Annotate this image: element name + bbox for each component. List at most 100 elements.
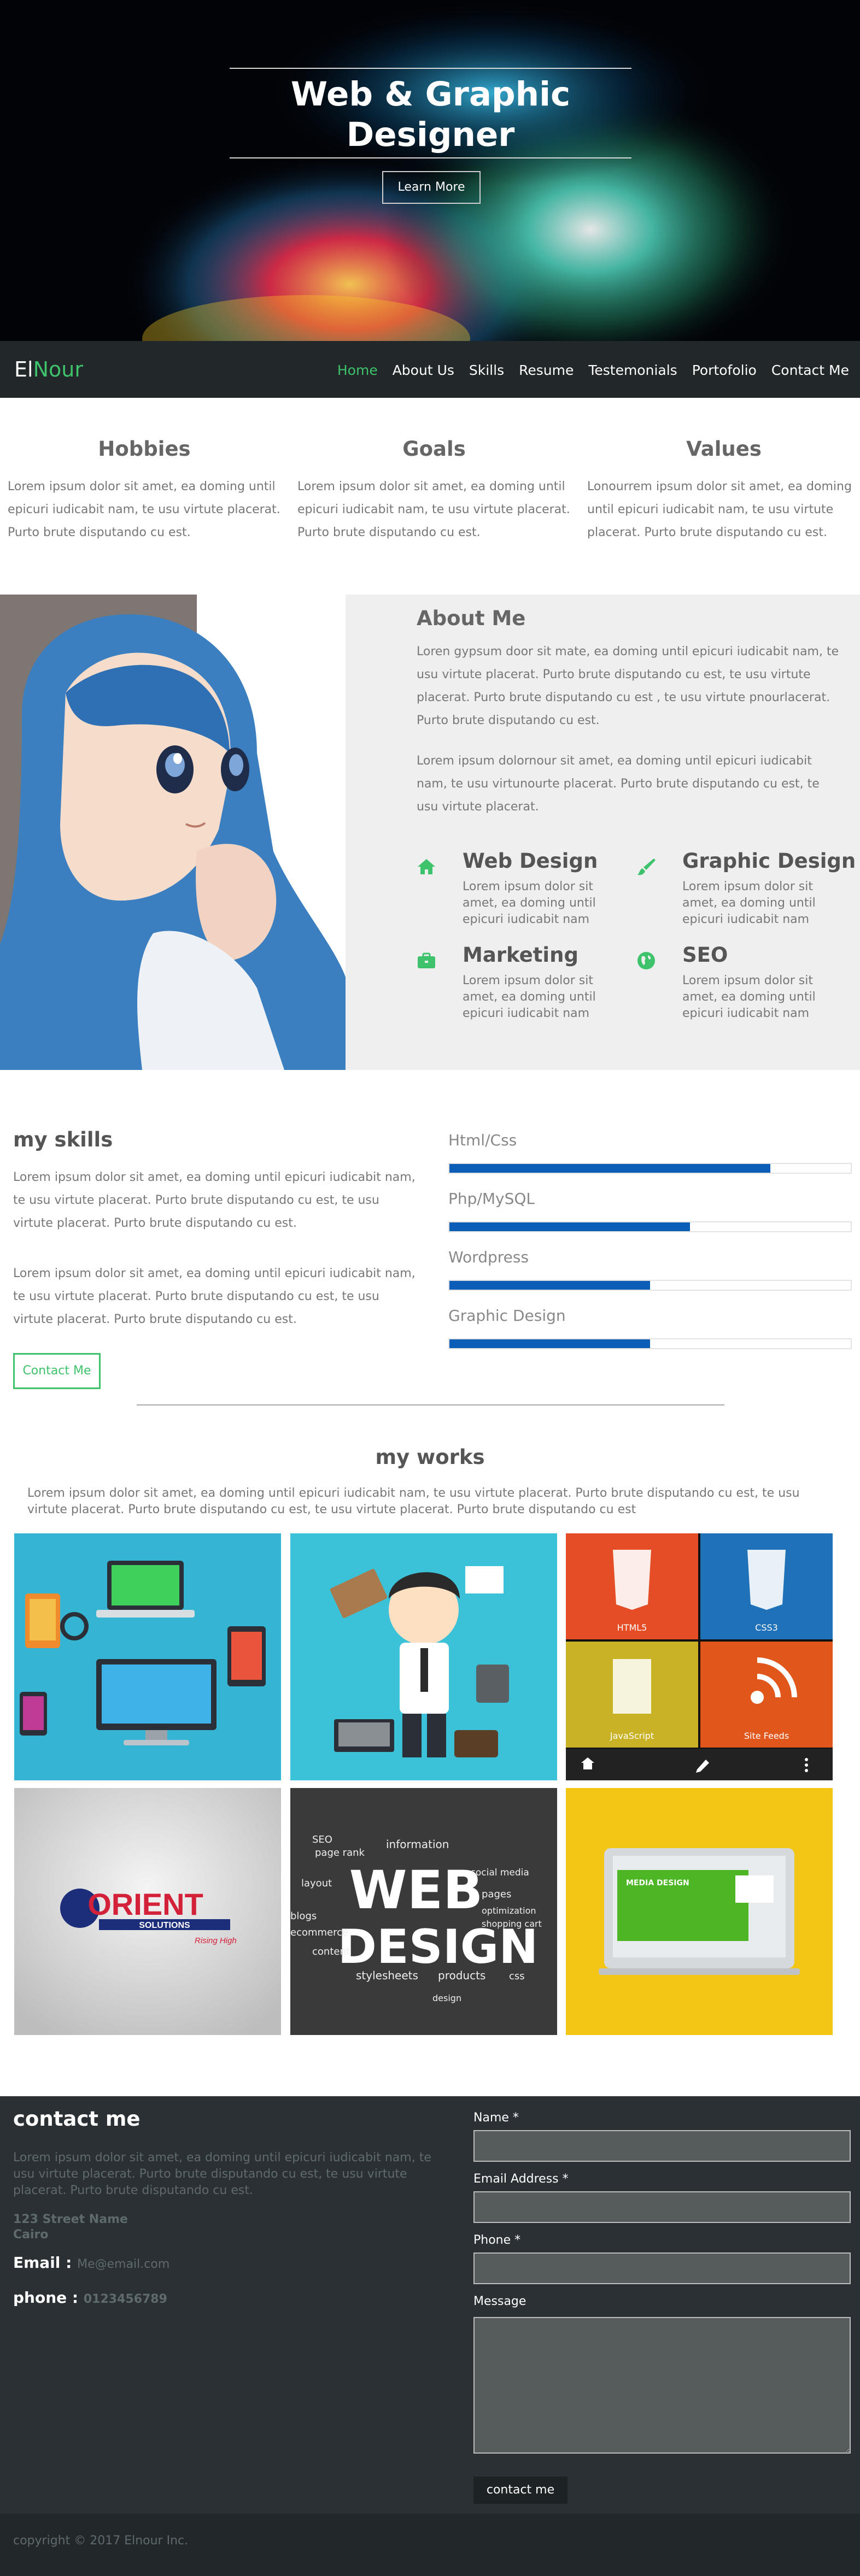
feature-values: Values Lonourrem ipsum dolor sit amet, e… bbox=[587, 437, 860, 544]
orient-logo-text: ORIENT bbox=[87, 1887, 203, 1921]
skill-label: Wordpress bbox=[448, 1248, 529, 1266]
work-tile-orient-solutions[interactable]: ORIENT SOLUTIONS Rising High bbox=[14, 1788, 281, 2035]
solutions-text: SOLUTIONS bbox=[139, 1921, 190, 1930]
message-label: Message bbox=[473, 2295, 526, 2308]
home-icon bbox=[418, 859, 435, 874]
skill-label: Graphic Design bbox=[448, 1307, 566, 1325]
phone-field[interactable] bbox=[473, 2252, 851, 2284]
skill-label: Html/Css bbox=[448, 1131, 517, 1149]
phone-label: phone : bbox=[13, 2289, 79, 2307]
css3-label: CSS3 bbox=[755, 1622, 778, 1633]
hero-title: Web & Graphic Designer bbox=[230, 69, 631, 157]
service-text: Lorem ipsum dolor sit amet, ea doming un… bbox=[463, 880, 596, 926]
service-graphic-design: Graphic Design Lorem ipsum dolor sit ame… bbox=[636, 849, 856, 931]
word-products: products bbox=[438, 1969, 485, 1982]
work-tile-busy-designer[interactable] bbox=[290, 1533, 557, 1780]
skill-bar-fill bbox=[449, 1164, 771, 1173]
nav-item-testemonials[interactable]: Testemonials bbox=[588, 363, 677, 378]
logo-part1: El bbox=[14, 357, 33, 381]
name-field[interactable] bbox=[473, 2130, 851, 2162]
about-section: About Me Loren gypsum door sit mate, ea … bbox=[0, 595, 860, 1070]
address-line-1: 123 Street Name bbox=[13, 2213, 128, 2226]
service-title: Graphic Design bbox=[682, 849, 856, 873]
skills-paragraph-2: Lorem ipsum dolor sit amet, ea doming un… bbox=[13, 1267, 416, 1326]
skill-bar-track bbox=[448, 1280, 852, 1291]
contact-submit-button[interactable]: contact me bbox=[473, 2477, 568, 2504]
logo-part2: Nour bbox=[33, 357, 83, 381]
feature-title: Hobbies bbox=[98, 437, 191, 461]
javascript-label: JavaScript bbox=[610, 1731, 654, 1741]
service-title: Marketing bbox=[463, 943, 578, 967]
briefcase-icon bbox=[418, 952, 435, 968]
nav-item-home[interactable]: Home bbox=[337, 363, 378, 378]
nav-item-portofolio[interactable]: Portofolio bbox=[692, 363, 757, 378]
word-css: css bbox=[509, 1971, 525, 1982]
email-line: Email : Me@email.com bbox=[13, 2254, 169, 2274]
word-stylesheets: stylesheets bbox=[356, 1969, 418, 1982]
feature-text: Lorem ipsum dolor sit amet, ea doming un… bbox=[297, 480, 570, 539]
html5-label: HTML5 bbox=[617, 1622, 647, 1633]
word-content: content bbox=[312, 1946, 350, 1957]
media-design-text: MEDIA DESIGN bbox=[626, 1879, 689, 1887]
skill-bar-track bbox=[448, 1221, 852, 1232]
service-seo: SEO Lorem ipsum dolor sit amet, ea domin… bbox=[636, 943, 855, 1025]
service-title: Web Design bbox=[463, 849, 598, 873]
works-title: my works bbox=[375, 1445, 485, 1469]
phone-value[interactable]: 0123456789 bbox=[84, 2292, 167, 2306]
brush-icon bbox=[637, 858, 656, 875]
word-pages: pages bbox=[482, 1889, 511, 1900]
service-web-design: Web Design Lorem ipsum dolor sit amet, e… bbox=[417, 849, 635, 931]
word-optimization: optimization bbox=[482, 1905, 536, 1916]
feature-goals: Goals Lorem ipsum dolor sit amet, ea dom… bbox=[297, 437, 571, 544]
hero-banner: Web & Graphic Designer Learn More bbox=[0, 0, 860, 341]
hero-title-line2: Designer bbox=[346, 115, 515, 154]
contact-me-button[interactable]: Contact Me bbox=[13, 1353, 101, 1389]
contact-description: Lorem ipsum dolor sit amet, ea doming un… bbox=[13, 2151, 431, 2197]
word-information: information bbox=[386, 1838, 449, 1851]
skill-bar-fill bbox=[449, 1222, 691, 1231]
web-word: WEB bbox=[349, 1860, 483, 1921]
nav-item-contact-me[interactable]: Contact Me bbox=[771, 363, 849, 378]
service-marketing: Marketing Lorem ipsum dolor sit amet, ea… bbox=[417, 943, 635, 1025]
email-value[interactable]: Me@email.com bbox=[77, 2257, 169, 2271]
about-title: About Me bbox=[417, 607, 526, 630]
skill-label: Php/MySQL bbox=[448, 1190, 535, 1208]
site-feeds-label: Site Feeds bbox=[744, 1731, 789, 1741]
work-tile-web-technologies[interactable]: HTML5 CSS3 JavaScript Site Feeds bbox=[566, 1533, 833, 1780]
hero-title-line1: Web & Graphic bbox=[290, 75, 571, 114]
hero-divider-bottom bbox=[230, 157, 631, 158]
feature-text: Lonourrem ipsum dolor sit amet, ea domin… bbox=[587, 480, 852, 539]
word-social-media: social media bbox=[471, 1867, 529, 1878]
learn-more-button[interactable]: Learn More bbox=[382, 171, 481, 204]
work-tile-responsive-devices[interactable] bbox=[14, 1533, 281, 1780]
nav-menu: Home About Us Skills Resume Testemonials… bbox=[323, 363, 849, 378]
globe-icon bbox=[637, 952, 655, 969]
works-description: Lorem ipsum dolor sit amet, ea doming un… bbox=[27, 1486, 800, 1516]
nav-item-about-us[interactable]: About Us bbox=[393, 363, 454, 378]
email-field[interactable] bbox=[473, 2191, 851, 2223]
name-label: Name * bbox=[473, 2111, 519, 2125]
word-page-rank: page rank bbox=[315, 1847, 365, 1859]
navbar: ElNour Home About Us Skills Resume Teste… bbox=[0, 341, 860, 398]
message-field[interactable] bbox=[473, 2317, 851, 2454]
email-address-label: Email Address * bbox=[473, 2172, 569, 2186]
rising-high-text: Rising High bbox=[195, 1936, 237, 1945]
footer: copyright © 2017 Elnour Inc. bbox=[0, 2514, 860, 2576]
avatar-portrait-image bbox=[0, 595, 346, 1070]
phone-line: phone : 0123456789 bbox=[13, 2289, 167, 2309]
skill-bar-fill bbox=[449, 1281, 650, 1290]
service-text: Lorem ipsum dolor sit amet, ea doming un… bbox=[682, 974, 816, 1020]
email-label: Email : bbox=[13, 2254, 72, 2272]
about-paragraph-2: Lorem ipsum dolornour sit amet, ea domin… bbox=[417, 754, 820, 814]
hero-title-block: Web & Graphic Designer bbox=[230, 68, 631, 158]
copyright-text: copyright © 2017 Elnour Inc. bbox=[13, 2534, 189, 2548]
work-tile-web-design-wordcloud[interactable]: WEB DESIGN SEO page rank layout informat… bbox=[290, 1788, 557, 2035]
address-line-2: Cairo bbox=[13, 2228, 49, 2242]
site-logo[interactable]: ElNour bbox=[14, 357, 83, 381]
nav-item-skills[interactable]: Skills bbox=[469, 363, 504, 378]
feature-title: Values bbox=[686, 437, 762, 461]
work-tile-media-design[interactable]: MEDIA DESIGN bbox=[566, 1788, 833, 2035]
skill-bar-track bbox=[448, 1163, 852, 1174]
skills-title: my skills bbox=[13, 1128, 113, 1151]
nav-item-resume[interactable]: Resume bbox=[519, 363, 574, 378]
